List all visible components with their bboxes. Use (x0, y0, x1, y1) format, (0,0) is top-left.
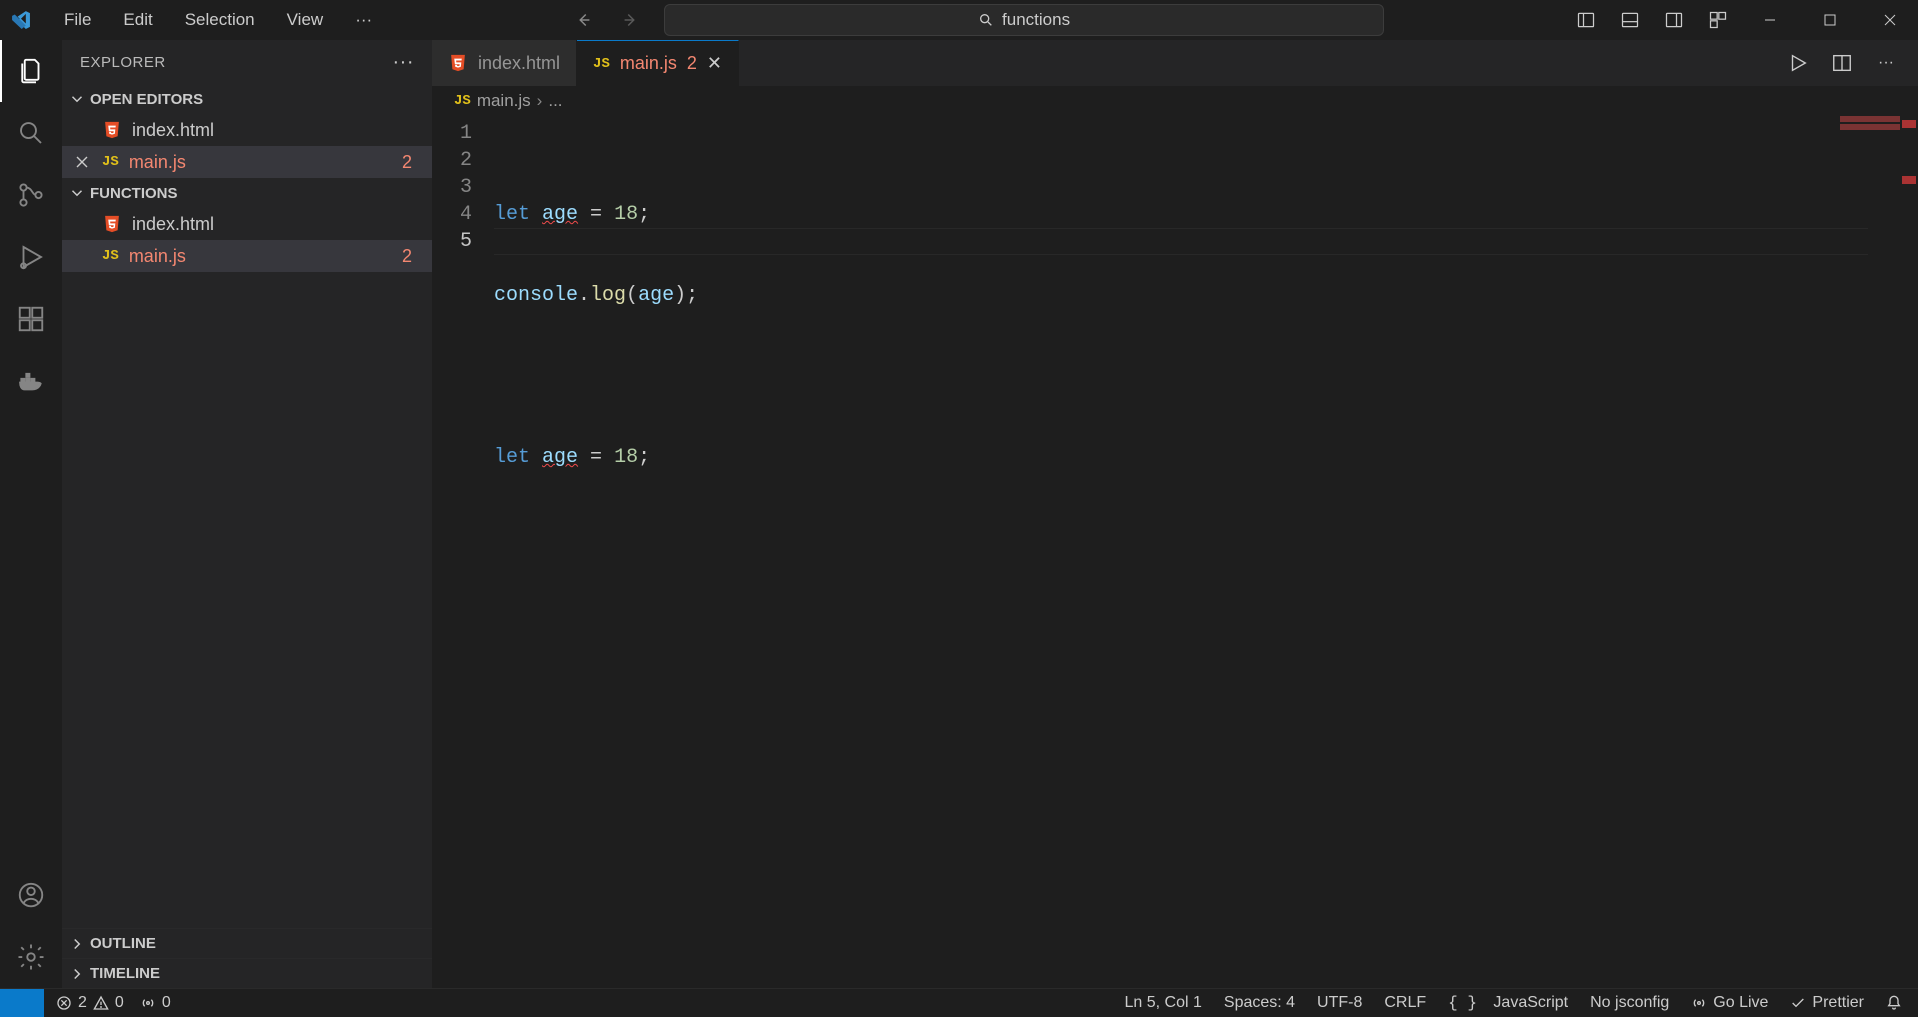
code-editor[interactable]: 1 2 3 4 5 let age = 18; console.log(age)… (432, 116, 1918, 988)
status-jsconfig[interactable]: No jsconfig (1590, 994, 1669, 1012)
activity-settings[interactable] (0, 926, 62, 988)
activity-search[interactable] (0, 102, 62, 164)
layout-sidebar-right-icon[interactable] (1654, 0, 1694, 40)
html5-icon (448, 53, 468, 73)
nav-forward-icon[interactable] (616, 9, 646, 31)
menu-edit[interactable]: Edit (109, 6, 166, 34)
customize-layout-icon[interactable] (1698, 0, 1738, 40)
vscode-logo-icon (10, 9, 46, 31)
tab-index-html[interactable]: index.html (432, 40, 577, 86)
js-icon: JS (593, 56, 610, 72)
sidebar-title: Explorer (80, 54, 166, 71)
layout-sidebar-left-icon[interactable] (1566, 0, 1606, 40)
activity-run-debug[interactable] (0, 226, 62, 288)
layout-panel-icon[interactable] (1610, 0, 1650, 40)
remote-indicator[interactable] (0, 989, 44, 1017)
tab-close-icon[interactable]: ✕ (707, 53, 722, 74)
file-name: index.html (132, 120, 214, 141)
activity-explorer[interactable] (0, 40, 62, 102)
status-ports[interactable]: 0 (140, 994, 171, 1012)
breadcrumb-file: main.js (477, 91, 531, 111)
js-icon: JS (454, 93, 471, 109)
status-indent[interactable]: Spaces: 4 (1224, 994, 1295, 1012)
open-editors-section[interactable]: Open Editors (62, 84, 432, 114)
run-icon[interactable] (1780, 45, 1816, 81)
tab-label: index.html (478, 53, 560, 74)
title-bar: File Edit Selection View ··· functions (0, 0, 1918, 40)
html5-icon (102, 214, 122, 234)
outline-section[interactable]: Outline (62, 928, 432, 958)
problems-badge: 2 (402, 152, 412, 173)
status-bar: 2 0 0 Ln 5, Col 1 Spaces: 4 UTF-8 CRLF {… (0, 988, 1918, 1016)
window-minimize[interactable] (1742, 0, 1798, 40)
open-editor-item[interactable]: index.html (62, 114, 432, 146)
window-close[interactable] (1862, 0, 1918, 40)
file-name: index.html (132, 214, 214, 235)
activity-source-control[interactable] (0, 164, 62, 226)
status-golive[interactable]: Go Live (1691, 994, 1768, 1012)
editor-more-icon[interactable]: ··· (1868, 45, 1904, 81)
menu-selection[interactable]: Selection (171, 6, 269, 34)
file-name: main.js (129, 246, 186, 267)
js-icon: JS (102, 154, 119, 170)
menu-file[interactable]: File (50, 6, 105, 34)
overview-ruler[interactable] (1900, 116, 1918, 988)
explorer-sidebar: Explorer ··· Open Editors index.html JS … (62, 40, 432, 988)
activity-bar (0, 40, 62, 988)
line-gutter: 1 2 3 4 5 (432, 116, 494, 988)
status-encoding[interactable]: UTF-8 (1317, 994, 1362, 1012)
window-maximize[interactable] (1802, 0, 1858, 40)
menu-bar: File Edit Selection View ··· (10, 6, 386, 34)
file-name: main.js (129, 152, 186, 173)
status-problems[interactable]: 2 0 (56, 994, 124, 1012)
status-cursor-position[interactable]: Ln 5, Col 1 (1125, 994, 1202, 1012)
folder-file-item[interactable]: index.html (62, 208, 432, 240)
status-eol[interactable]: CRLF (1384, 994, 1426, 1012)
minimap[interactable] (1800, 116, 1900, 988)
sidebar-more-icon[interactable]: ··· (393, 51, 414, 74)
activity-extensions[interactable] (0, 288, 62, 350)
tab-bar: index.html JS main.js 2 ✕ ··· (432, 40, 1918, 86)
split-editor-icon[interactable] (1824, 45, 1860, 81)
activity-docker[interactable] (0, 350, 62, 412)
open-editor-item[interactable]: JS main.js 2 (62, 146, 432, 178)
status-language[interactable]: { } JavaScript (1448, 994, 1568, 1012)
activity-accounts[interactable] (0, 864, 62, 926)
tab-main-js[interactable]: JS main.js 2 ✕ (577, 40, 739, 86)
menu-overflow[interactable]: ··· (341, 6, 386, 34)
code-content[interactable]: let age = 18; console.log(age); let age … (494, 116, 1918, 988)
nav-back-icon[interactable] (568, 9, 598, 31)
search-text: functions (1002, 10, 1070, 30)
editor-group: index.html JS main.js 2 ✕ ··· JS main.js… (432, 40, 1918, 988)
close-icon[interactable] (74, 154, 90, 170)
js-icon: JS (102, 248, 119, 264)
html5-icon (102, 120, 122, 140)
tab-badge: 2 (687, 53, 697, 74)
timeline-section[interactable]: Timeline (62, 958, 432, 988)
status-prettier[interactable]: Prettier (1790, 994, 1864, 1012)
problems-badge: 2 (402, 246, 412, 267)
menu-view[interactable]: View (273, 6, 338, 34)
folder-file-item[interactable]: JS main.js 2 (62, 240, 432, 272)
status-notifications-icon[interactable] (1886, 995, 1902, 1011)
breadcrumb-trail: ... (548, 91, 562, 111)
folder-section[interactable]: Functions (62, 178, 432, 208)
command-center-search[interactable]: functions (664, 4, 1384, 36)
breadcrumb[interactable]: JS main.js › ... (432, 86, 1918, 116)
tab-label: main.js (620, 53, 677, 74)
